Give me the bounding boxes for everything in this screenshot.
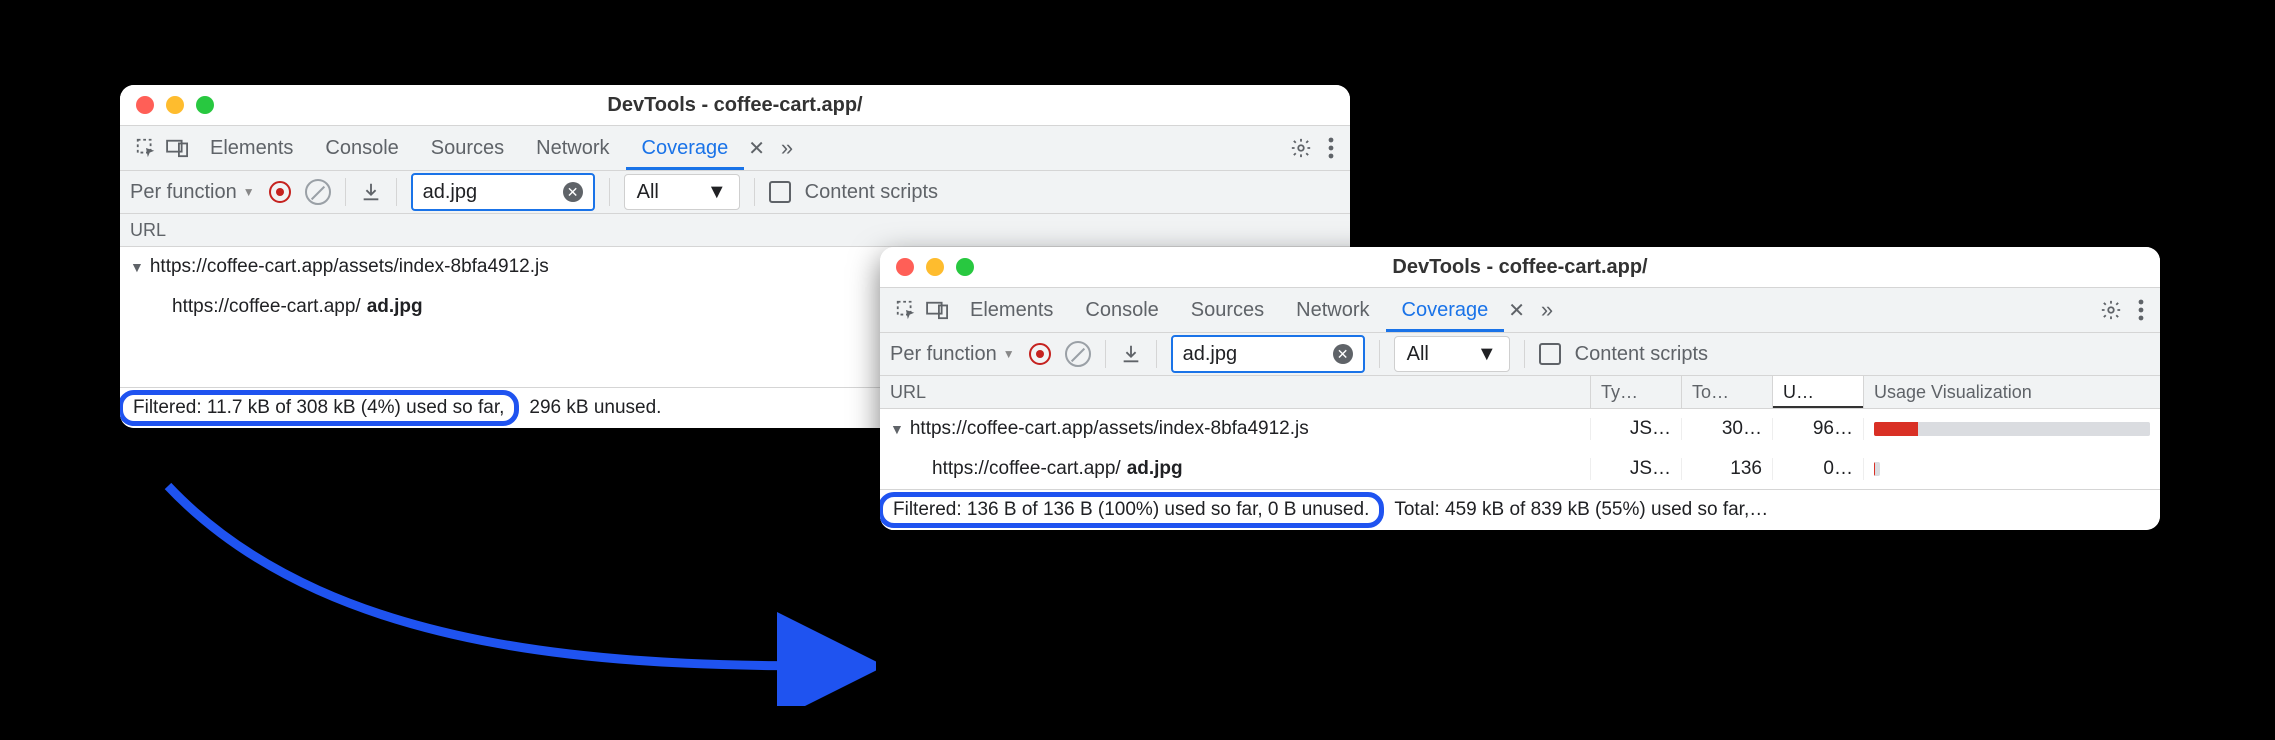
settings-icon[interactable] bbox=[2100, 299, 2122, 321]
url-cell-match: ad.jpg bbox=[1127, 458, 1183, 480]
tab-elements[interactable]: Elements bbox=[194, 126, 309, 170]
inspect-icon[interactable] bbox=[890, 299, 922, 321]
clear-button[interactable] bbox=[1065, 341, 1091, 367]
tab-coverage[interactable]: Coverage bbox=[626, 126, 745, 170]
type-filter-value: All bbox=[637, 181, 659, 204]
close-button[interactable] bbox=[136, 96, 154, 114]
col-url[interactable]: URL bbox=[880, 376, 1591, 408]
close-tab-icon[interactable]: ✕ bbox=[748, 136, 765, 161]
content-scripts-checkbox[interactable] bbox=[1539, 343, 1561, 365]
col-unused[interactable]: U… bbox=[1773, 376, 1864, 408]
tab-network[interactable]: Network bbox=[520, 126, 625, 170]
url-cell-match: ad.jpg bbox=[367, 296, 423, 318]
close-button[interactable] bbox=[896, 258, 914, 276]
status-filtered: Filtered: 136 B of 136 B (100%) used so … bbox=[880, 492, 1384, 528]
tab-elements[interactable]: Elements bbox=[954, 288, 1069, 332]
usage-bar-used bbox=[1874, 422, 1918, 436]
content-scripts-label: Content scripts bbox=[1575, 343, 1708, 366]
tab-coverage[interactable]: Coverage bbox=[1386, 288, 1505, 332]
column-headers: URL Ty… To… U… Usage Visualization bbox=[880, 376, 2160, 409]
settings-icon[interactable] bbox=[1290, 137, 1312, 159]
table-row[interactable]: https://coffee-cart.app/ad.jpg JS… 136 0… bbox=[880, 449, 2160, 489]
export-icon[interactable] bbox=[360, 181, 382, 203]
tab-sources[interactable]: Sources bbox=[1175, 288, 1280, 332]
close-tab-icon[interactable]: ✕ bbox=[1508, 298, 1525, 323]
total-cell: 30… bbox=[1682, 418, 1773, 440]
status-filtered: Filtered: 11.7 kB of 308 kB (4%) used so… bbox=[120, 390, 519, 426]
titlebar: DevTools - coffee-cart.app/ bbox=[120, 85, 1350, 125]
coverage-table: ▼ https://coffee-cart.app/assets/index-8b… bbox=[880, 409, 2160, 489]
col-total[interactable]: To… bbox=[1682, 376, 1773, 408]
record-button[interactable] bbox=[269, 181, 291, 203]
usage-bar bbox=[1864, 462, 2160, 476]
type-filter-dropdown[interactable]: All▼ bbox=[624, 174, 740, 210]
url-cell-prefix: https://coffee-cart.app/ bbox=[172, 296, 361, 318]
expand-caret-icon[interactable]: ▼ bbox=[130, 259, 144, 275]
kebab-menu-icon[interactable] bbox=[1328, 137, 1334, 159]
window-controls bbox=[120, 96, 214, 114]
url-cell: https://coffee-cart.app/assets/index-8bf… bbox=[150, 256, 549, 278]
minimize-button[interactable] bbox=[166, 96, 184, 114]
granularity-label: Per function bbox=[890, 343, 997, 366]
status-total: Total: 459 kB of 839 kB (55%) used so fa… bbox=[1384, 497, 2160, 523]
url-filter-input[interactable]: ad.jpg ✕ bbox=[411, 173, 595, 211]
filter-value: ad.jpg bbox=[423, 181, 553, 204]
content-scripts-checkbox[interactable] bbox=[769, 181, 791, 203]
granularity-dropdown[interactable]: Per function▼ bbox=[890, 343, 1015, 366]
panel-tabs: Elements Console Sources Network Coverag… bbox=[880, 287, 2160, 333]
granularity-label: Per function bbox=[130, 181, 237, 204]
url-filter-input[interactable]: ad.jpg ✕ bbox=[1171, 335, 1365, 373]
col-usage-vis[interactable]: Usage Visualization bbox=[1864, 376, 2160, 408]
coverage-toolbar: Per function▼ ad.jpg ✕ All▼ Content scri… bbox=[880, 333, 2160, 376]
tab-network[interactable]: Network bbox=[1280, 288, 1385, 332]
more-tabs-icon[interactable]: » bbox=[771, 135, 803, 161]
clear-filter-icon[interactable]: ✕ bbox=[563, 182, 583, 202]
window-controls bbox=[880, 258, 974, 276]
tab-sources[interactable]: Sources bbox=[415, 126, 520, 170]
minimize-button[interactable] bbox=[926, 258, 944, 276]
device-toggle-icon[interactable] bbox=[922, 300, 954, 320]
unused-cell: 96… bbox=[1773, 418, 1864, 440]
unused-cell: 0… bbox=[1773, 458, 1864, 480]
url-cell: https://coffee-cart.app/assets/index-8bf… bbox=[910, 418, 1309, 440]
export-icon[interactable] bbox=[1120, 343, 1142, 365]
window-title: DevTools - coffee-cart.app/ bbox=[880, 256, 2160, 279]
kebab-menu-icon[interactable] bbox=[2138, 299, 2144, 321]
filter-value: ad.jpg bbox=[1183, 343, 1323, 366]
zoom-button[interactable] bbox=[956, 258, 974, 276]
column-headers: URL bbox=[120, 214, 1350, 247]
expand-caret-icon[interactable]: ▼ bbox=[890, 421, 904, 437]
inspect-icon[interactable] bbox=[130, 137, 162, 159]
type-filter-dropdown[interactable]: All▼ bbox=[1394, 336, 1510, 372]
devtools-window-after: DevTools - coffee-cart.app/ Elements Con… bbox=[880, 247, 2160, 530]
more-tabs-icon[interactable]: » bbox=[1531, 297, 1563, 323]
url-cell-prefix: https://coffee-cart.app/ bbox=[932, 458, 1121, 480]
annotation-arrow bbox=[88, 476, 876, 706]
type-filter-value: All bbox=[1407, 343, 1429, 366]
content-scripts-label: Content scripts bbox=[805, 181, 938, 204]
device-toggle-icon[interactable] bbox=[162, 138, 194, 158]
clear-button[interactable] bbox=[305, 179, 331, 205]
coverage-toolbar: Per function▼ ad.jpg ✕ All▼ Content scri… bbox=[120, 171, 1350, 214]
granularity-dropdown[interactable]: Per function▼ bbox=[130, 181, 255, 204]
window-title: DevTools - coffee-cart.app/ bbox=[120, 94, 1350, 117]
status-bar: Filtered: 136 B of 136 B (100%) used so … bbox=[880, 489, 2160, 530]
tab-console[interactable]: Console bbox=[1069, 288, 1174, 332]
table-row[interactable]: ▼ https://coffee-cart.app/assets/index-8b… bbox=[880, 409, 2160, 449]
usage-bar bbox=[1864, 422, 2160, 436]
clear-filter-icon[interactable]: ✕ bbox=[1333, 344, 1353, 364]
zoom-button[interactable] bbox=[196, 96, 214, 114]
tab-console[interactable]: Console bbox=[309, 126, 414, 170]
total-cell: 136 bbox=[1682, 458, 1773, 480]
titlebar: DevTools - coffee-cart.app/ bbox=[880, 247, 2160, 287]
col-url[interactable]: URL bbox=[120, 214, 1350, 246]
col-type[interactable]: Ty… bbox=[1591, 376, 1682, 408]
panel-tabs: Elements Console Sources Network Coverag… bbox=[120, 125, 1350, 171]
type-cell: JS… bbox=[1591, 418, 1682, 440]
type-cell: JS… bbox=[1591, 458, 1682, 480]
record-button[interactable] bbox=[1029, 343, 1051, 365]
